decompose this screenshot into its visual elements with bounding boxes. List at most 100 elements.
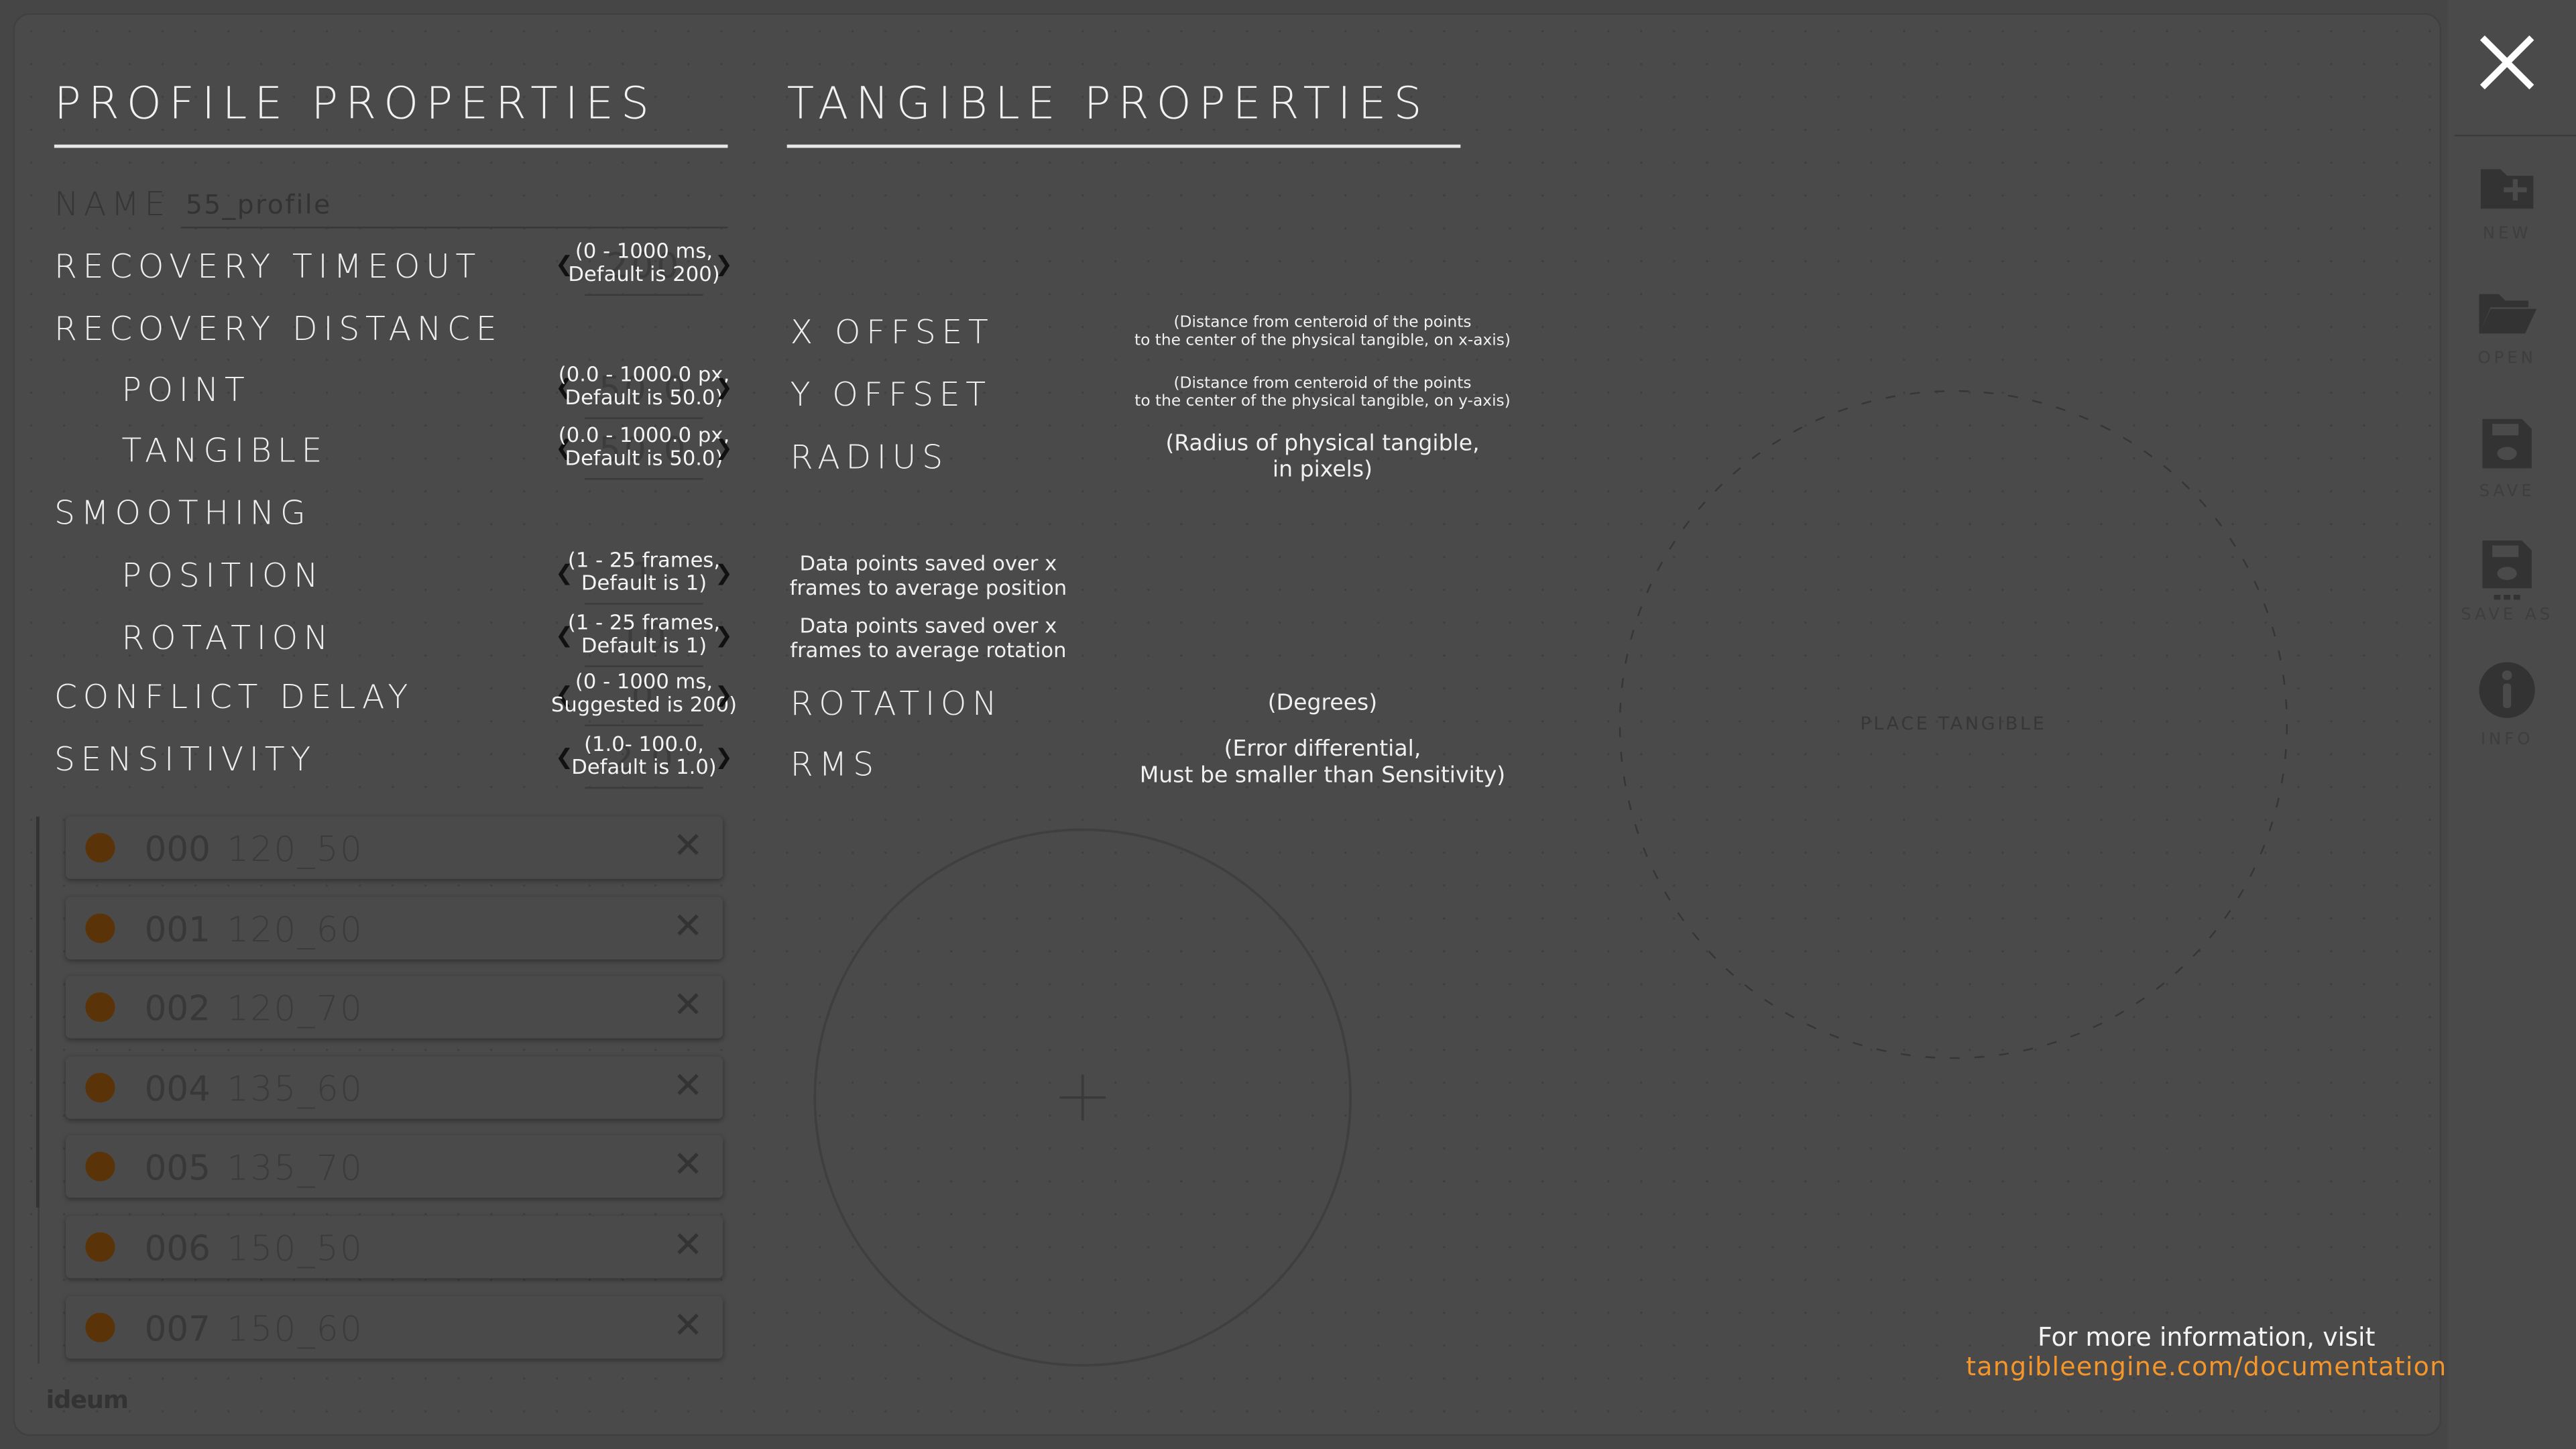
tangible-preview [813,828,1352,1367]
tangible-id: 002 [144,989,211,1029]
save-as-label: SAVE AS [2461,606,2554,625]
tangible-list-item[interactable]: 002 120_70 ✕ [66,976,723,1039]
increment-arrow-icon[interactable]: ❯ [715,683,733,708]
save-icon [2482,418,2532,469]
tangible-list-item[interactable]: 000 120_50 ✕ [66,816,723,879]
setting-label: CONFLICT DELAY [54,677,414,717]
setting-stepper[interactable]: ❮ 1 (1 - 25 frames, Default is 1) ❯ [555,548,733,605]
open-label: OPEN [2477,349,2536,368]
setting-label: RECOVERY TIMEOUT [54,246,481,286]
tangible-id: 000 [144,829,211,870]
delete-icon[interactable]: ✕ [673,1066,703,1107]
increment-arrow-icon[interactable]: ❯ [715,562,733,587]
delete-icon[interactable]: ✕ [673,907,703,947]
stepper-underline [585,478,703,480]
save-label: SAVE [2479,483,2535,502]
status-dot-icon [85,913,115,943]
delete-icon[interactable]: ✕ [673,1306,703,1346]
logo-text: ideum [46,1385,129,1415]
tangible-list-item[interactable]: 006 150_50 ✕ [66,1216,723,1279]
setting-stepper[interactable]: ❮ 50.0 (0.0 - 1000.0 px, Default is 50.0) ❯ [555,423,733,480]
radius-hint: (Radius of physical tangible, in pixels) [1165,430,1480,483]
profile-name-input[interactable]: 55_profile [180,186,728,229]
rotation-hint: (Degrees) [1267,690,1378,717]
place-tangible-label: PLACE TANGIBLE [1860,713,2047,735]
setting-label: POINT [121,369,251,410]
tangible-name: 135_70 [227,1149,364,1189]
tangible-list-item[interactable]: 004 135_60 ✕ [66,1056,723,1119]
info-label: INFO [2480,731,2534,750]
setting-label: TANGIBLE [121,430,329,470]
stepper-underline [585,294,703,296]
ideum-logo: ideum [46,1385,129,1415]
open-button[interactable]: OPEN [2455,289,2560,368]
tangible-list-item[interactable]: 005 135_70 ✕ [66,1136,723,1199]
radius-label: RADIUS [790,437,949,477]
tangible-name: 120_60 [227,909,364,949]
setting-label: ROTATION [121,618,335,658]
rotation-label: ROTATION [790,683,1003,723]
increment-arrow-icon[interactable]: ❯ [715,624,733,649]
setting-stepper[interactable]: ❮ 200 (0 - 1000 ms, Default is 200) ❯ [555,239,733,296]
new-label: NEW [2482,225,2532,243]
list-scrollbar-thumb[interactable] [36,816,40,1208]
save-as-button[interactable]: SAVE AS [2455,537,2560,624]
open-folder-icon [2479,294,2537,334]
tangible-id: 005 [144,1149,211,1189]
title-divider [54,144,728,148]
info-button[interactable]: INFO [2455,660,2560,749]
status-dot-icon [85,992,115,1023]
tangible-name: 150_60 [227,1308,364,1348]
new-button[interactable]: NEW [2455,164,2560,243]
list-scrollbar-track[interactable] [38,1207,40,1364]
x-offset-hint: (Distance from centeroid of the points t… [1134,314,1511,350]
setting-label: POSITION [121,555,325,595]
stepper-underline [585,665,703,667]
title-divider [786,144,1461,148]
info-icon [2479,662,2535,718]
tangible-id: 001 [144,909,211,949]
tangible-list-item[interactable]: 001 120_60 ✕ [66,896,723,959]
tangible-name: 150_50 [227,1228,364,1269]
setting-stepper[interactable]: ❮ 0 (0 - 1000 ms, Suggested is 200) ❯ [551,669,737,727]
sidebar-divider [2454,134,2576,137]
tangible-id: 004 [144,1069,211,1109]
profile-name-value: 55_profile [185,188,332,221]
increment-arrow-icon[interactable]: ❯ [715,746,733,770]
smoothing-rotation-hint: Data points saved over x frames to avera… [790,612,1067,662]
close-icon[interactable] [2477,33,2536,92]
tangible-engine-configurator: PROFILE PROPERTIES NAME 55_profile RECOV… [0,0,2576,1449]
tangible-id: 007 [144,1308,211,1348]
status-dot-icon [85,1312,115,1342]
increment-arrow-icon[interactable]: ❯ [715,376,733,401]
delete-icon[interactable]: ✕ [673,1226,703,1267]
stepper-underline [585,787,703,789]
tangible-list-item[interactable]: 007 150_60 ✕ [66,1295,723,1358]
setting-label: SENSITIVITY [54,739,316,779]
setting-stepper[interactable]: ❮ 2.0 (1.0- 100.0, Default is 1.0) ❯ [555,732,733,789]
rms-label: RMS [790,744,880,784]
save-as-icon [2482,540,2532,600]
increment-arrow-icon[interactable]: ❯ [715,437,733,462]
rms-hint: (Error differential, Must be smaller tha… [1139,736,1506,789]
tangible-id: 006 [144,1228,211,1269]
documentation-link[interactable]: tangibleengine.com/documentation [1955,1352,2458,1382]
increment-arrow-icon[interactable]: ❯ [715,253,733,278]
tangible-name: 120_50 [227,829,364,870]
new-folder-icon [2480,169,2534,209]
tangible-properties-title: TANGIBLE PROPERTIES [786,78,1429,130]
setting-label: RECOVERY DISTANCE [54,308,503,349]
setting-stepper[interactable]: ❮ 10 (1 - 25 frames, Default is 1) ❯ [555,610,733,667]
tangible-name: 120_70 [227,989,364,1029]
delete-icon[interactable]: ✕ [673,986,703,1027]
smoothing-position-hint: Data points saved over x frames to avera… [789,550,1067,600]
setting-stepper[interactable]: ❮ 50.0 (0.0 - 1000.0 px, Default is 50.0) ❯ [555,362,733,419]
tangible-name: 135_60 [227,1069,364,1109]
delete-icon[interactable]: ✕ [673,827,703,868]
delete-icon[interactable]: ✕ [673,1146,703,1187]
footer-text: For more information, visit [2037,1322,2376,1352]
setting-label: SMOOTHING [54,493,312,532]
x-offset-label: X OFFSET [790,312,994,352]
stepper-underline [585,417,703,419]
save-button[interactable]: SAVE [2455,416,2560,501]
